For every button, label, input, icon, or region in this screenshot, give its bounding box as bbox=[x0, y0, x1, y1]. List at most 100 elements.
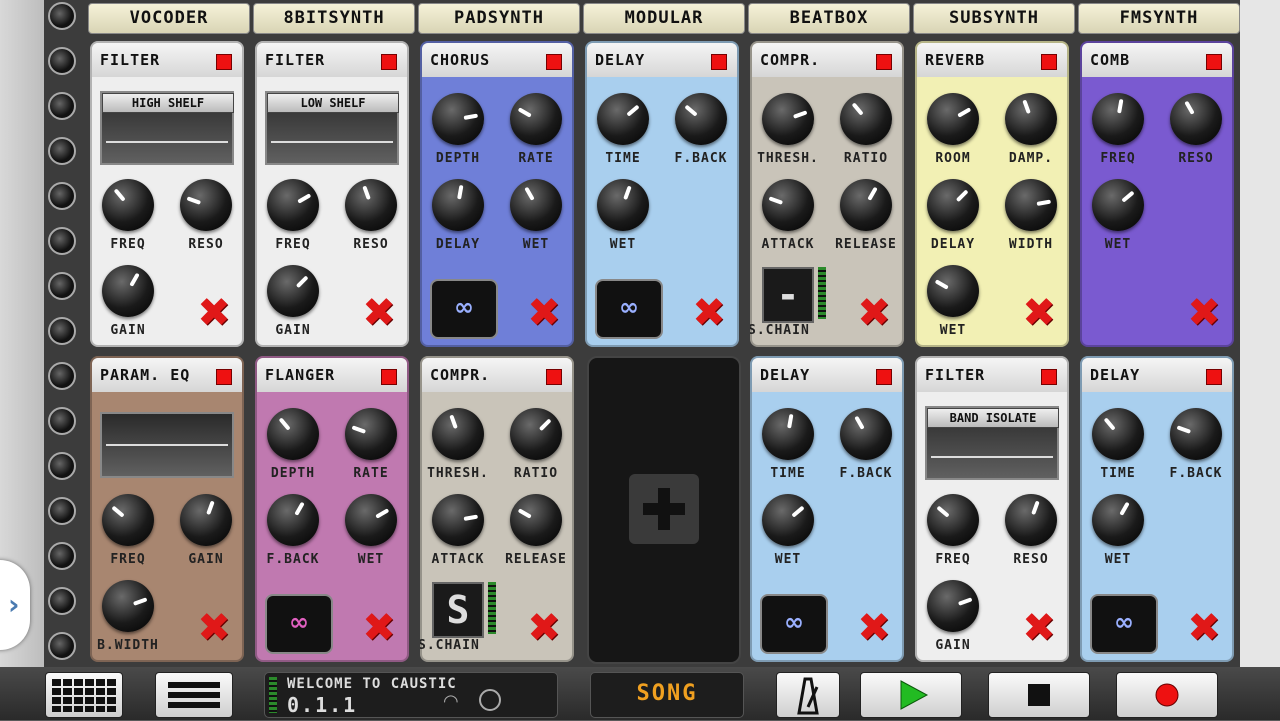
knob-fback[interactable] bbox=[675, 93, 727, 145]
knob-depth[interactable] bbox=[267, 408, 319, 460]
enable-led[interactable] bbox=[711, 54, 727, 70]
knob-rate[interactable] bbox=[510, 93, 562, 145]
knob-depth[interactable] bbox=[432, 93, 484, 145]
tab-fmsynth[interactable]: FMSYNTH bbox=[1078, 3, 1240, 34]
knob-reso[interactable] bbox=[345, 179, 397, 231]
knob-attack[interactable] bbox=[762, 179, 814, 231]
remove-effect-icon[interactable]: ✖ bbox=[689, 293, 729, 333]
remove-effect-icon[interactable]: ✖ bbox=[1184, 608, 1224, 648]
waveform-icon: ∞ bbox=[454, 293, 474, 321]
remove-effect-icon[interactable]: ✖ bbox=[359, 608, 399, 648]
knob-thresh[interactable] bbox=[762, 93, 814, 145]
remove-effect-icon[interactable]: ✖ bbox=[1184, 293, 1224, 333]
knob-freq[interactable] bbox=[102, 179, 154, 231]
knob-label: ATTACK bbox=[761, 237, 815, 252]
knob-freq[interactable] bbox=[102, 494, 154, 546]
knob-thresh[interactable] bbox=[432, 408, 484, 460]
tab-subsynth[interactable]: SUBSYNTH bbox=[913, 3, 1075, 34]
knob-bwidth[interactable] bbox=[102, 580, 154, 632]
remove-effect-icon[interactable]: ✖ bbox=[854, 608, 894, 648]
knob-gain[interactable] bbox=[102, 265, 154, 317]
knob-gain[interactable] bbox=[267, 265, 319, 317]
unit-title: DELAY bbox=[1090, 366, 1141, 384]
knob-delay[interactable] bbox=[927, 179, 979, 231]
knob-release[interactable] bbox=[510, 494, 562, 546]
knob-label: F.BACK bbox=[1169, 466, 1223, 481]
knob-time[interactable] bbox=[597, 93, 649, 145]
tab-modular[interactable]: MODULAR bbox=[583, 3, 745, 34]
knob-rate[interactable] bbox=[345, 408, 397, 460]
knob-wet[interactable] bbox=[597, 179, 649, 231]
knob-gain[interactable] bbox=[927, 580, 979, 632]
metronome-button[interactable] bbox=[776, 672, 840, 718]
tab-beatbox[interactable]: BEATBOX bbox=[748, 3, 910, 34]
remove-effect-icon[interactable]: ✖ bbox=[854, 293, 894, 333]
tab-8bitsynth[interactable]: 8BITSYNTH bbox=[253, 3, 415, 34]
remove-effect-icon[interactable]: ✖ bbox=[194, 608, 234, 648]
add-effect-icon[interactable] bbox=[629, 474, 699, 544]
stop-button[interactable] bbox=[988, 672, 1090, 718]
knob-gain[interactable] bbox=[180, 494, 232, 546]
enable-led[interactable] bbox=[1041, 369, 1057, 385]
knob-wet[interactable] bbox=[762, 494, 814, 546]
knob-wet[interactable] bbox=[345, 494, 397, 546]
knob-reso[interactable] bbox=[1005, 494, 1057, 546]
lfo-shape-button[interactable]: ∞ bbox=[1090, 594, 1158, 654]
knob-delay[interactable] bbox=[432, 179, 484, 231]
enable-led[interactable] bbox=[381, 369, 397, 385]
empty-slot[interactable] bbox=[587, 356, 741, 664]
song-mode-button[interactable]: SONG bbox=[590, 672, 744, 718]
knob-fback[interactable] bbox=[840, 408, 892, 460]
knob-freq[interactable] bbox=[267, 179, 319, 231]
knob-wet[interactable] bbox=[927, 265, 979, 317]
enable-led[interactable] bbox=[1206, 54, 1222, 70]
enable-led[interactable] bbox=[546, 369, 562, 385]
menu-button[interactable] bbox=[155, 672, 233, 718]
enable-led[interactable] bbox=[876, 54, 892, 70]
remove-effect-icon[interactable]: ✖ bbox=[524, 608, 564, 648]
knob-label: DEPTH bbox=[270, 466, 316, 481]
knob-damp[interactable] bbox=[1005, 93, 1057, 145]
knob-release[interactable] bbox=[840, 179, 892, 231]
knob-reso[interactable] bbox=[180, 179, 232, 231]
record-button[interactable] bbox=[1116, 672, 1218, 718]
enable-led[interactable] bbox=[1041, 54, 1057, 70]
wifi-icon: ◠ bbox=[443, 691, 459, 712]
knob-fback[interactable] bbox=[267, 494, 319, 546]
lfo-shape-button[interactable]: ∞ bbox=[265, 594, 333, 654]
knob-freq[interactable] bbox=[1092, 93, 1144, 145]
knob-attack[interactable] bbox=[432, 494, 484, 546]
lfo-shape-button[interactable]: ∞ bbox=[760, 594, 828, 654]
enable-led[interactable] bbox=[216, 54, 232, 70]
knob-time[interactable] bbox=[1092, 408, 1144, 460]
enable-led[interactable] bbox=[546, 54, 562, 70]
lfo-shape-button[interactable]: ∞ bbox=[430, 279, 498, 339]
remove-effect-icon[interactable]: ✖ bbox=[194, 293, 234, 333]
knob-wet[interactable] bbox=[1092, 179, 1144, 231]
tab-padsynth[interactable]: PADSYNTH bbox=[418, 3, 580, 34]
knob-width[interactable] bbox=[1005, 179, 1057, 231]
tab-vocoder[interactable]: VOCODER bbox=[88, 3, 250, 34]
knob-reso[interactable] bbox=[1170, 93, 1222, 145]
remove-effect-icon[interactable]: ✖ bbox=[524, 293, 564, 333]
enable-led[interactable] bbox=[1206, 369, 1222, 385]
knob-wet[interactable] bbox=[510, 179, 562, 231]
remove-effect-icon[interactable]: ✖ bbox=[359, 293, 399, 333]
knob-fback[interactable] bbox=[1170, 408, 1222, 460]
enable-led[interactable] bbox=[216, 369, 232, 385]
knob-time[interactable] bbox=[762, 408, 814, 460]
enable-led[interactable] bbox=[381, 54, 397, 70]
enable-led[interactable] bbox=[876, 369, 892, 385]
remove-effect-icon[interactable]: ✖ bbox=[1019, 293, 1059, 333]
response-graph: HIGH SHELF bbox=[100, 91, 234, 165]
knob-ratio[interactable] bbox=[510, 408, 562, 460]
knob-freq[interactable] bbox=[927, 494, 979, 546]
remove-effect-icon[interactable]: ✖ bbox=[1019, 608, 1059, 648]
knob-room[interactable] bbox=[927, 93, 979, 145]
lfo-shape-button[interactable]: ∞ bbox=[595, 279, 663, 339]
rail-hole bbox=[48, 137, 76, 165]
grid-view-button[interactable] bbox=[45, 672, 123, 718]
play-button[interactable] bbox=[860, 672, 962, 718]
knob-ratio[interactable] bbox=[840, 93, 892, 145]
knob-wet[interactable] bbox=[1092, 494, 1144, 546]
